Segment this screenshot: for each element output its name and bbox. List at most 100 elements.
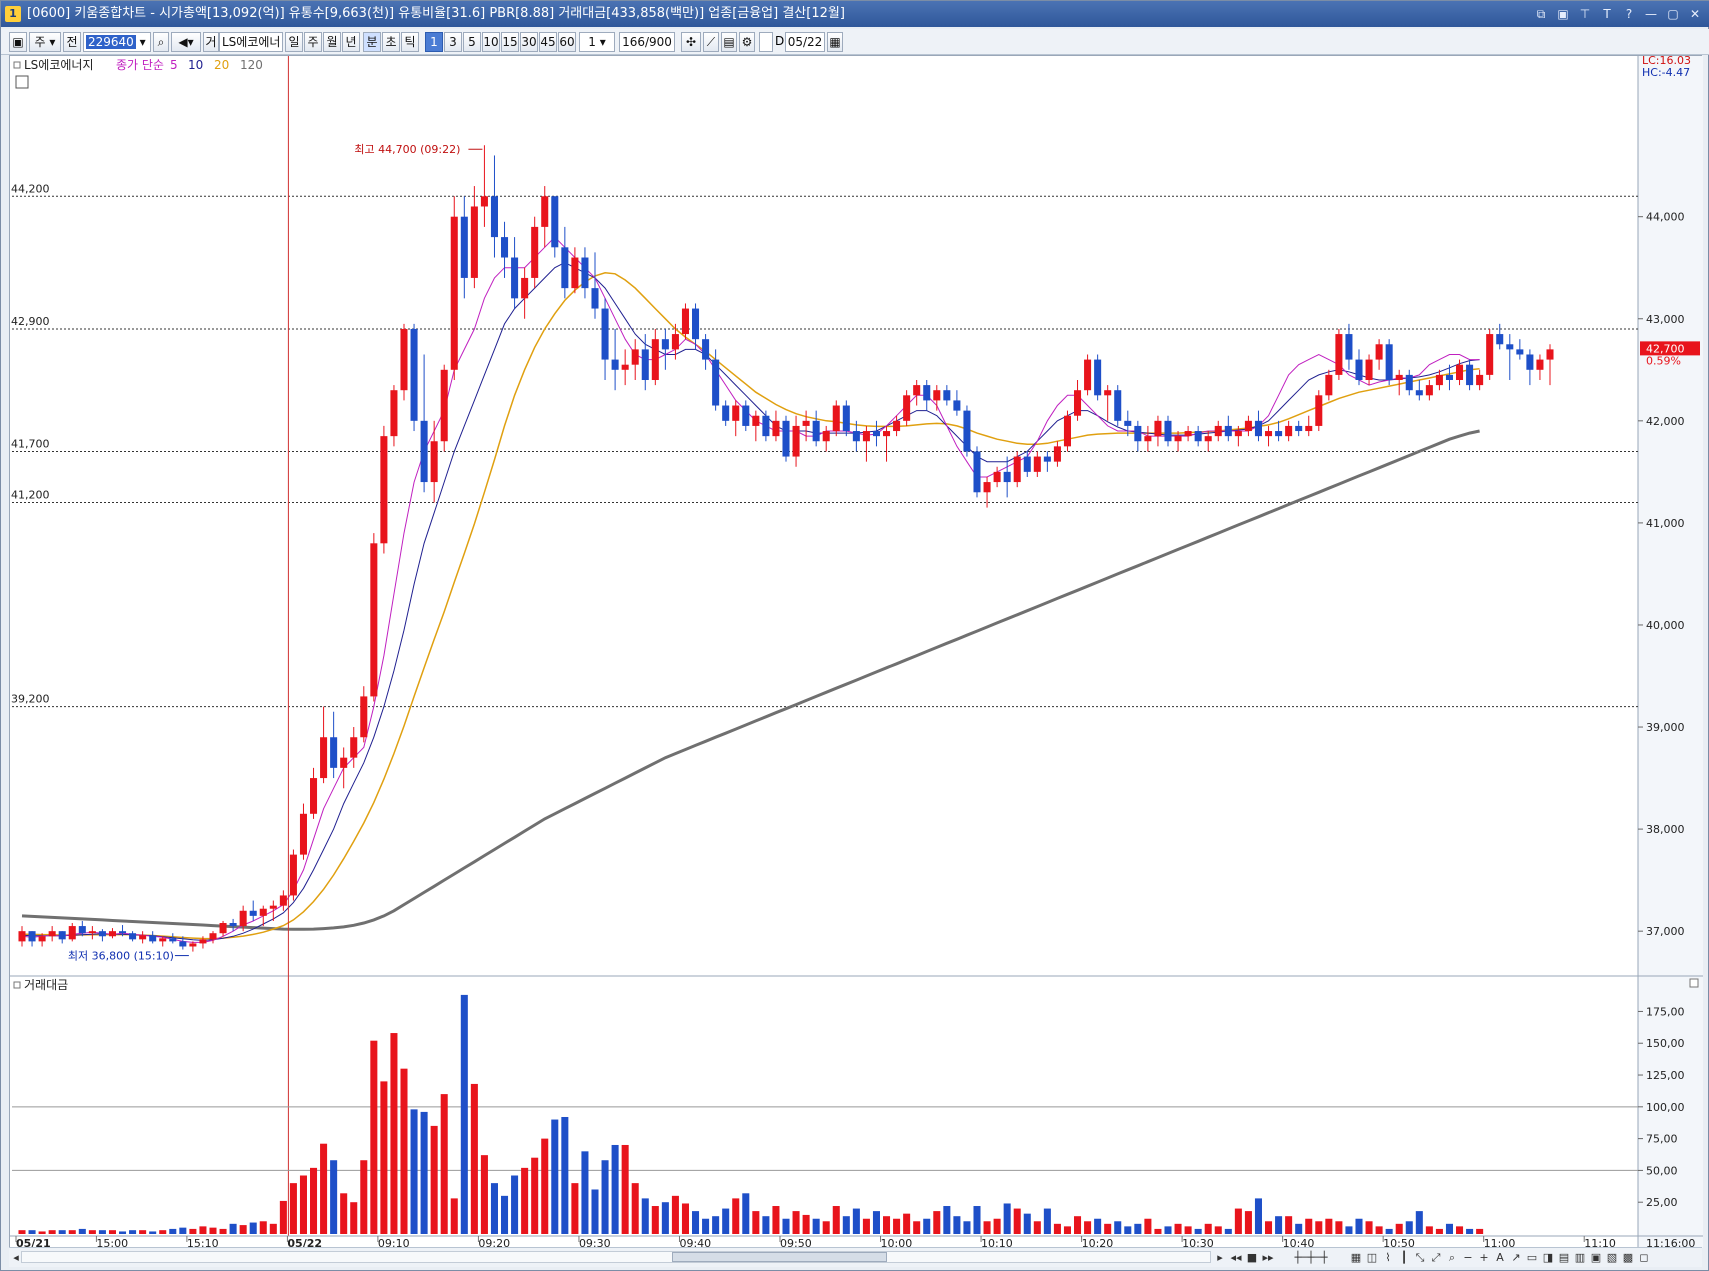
trend-icon[interactable]: ↗: [1509, 1250, 1523, 1265]
date-checkbox[interactable]: [759, 32, 773, 52]
interval-input[interactable]: 1 ▾: [579, 32, 615, 52]
volume-bar: [1476, 1228, 1484, 1234]
chart-svg[interactable]: LS에코에너지 종가 단순 5 10 20 120 LC:16.03HC:-4.4744,0…: [10, 56, 1703, 1248]
help2-icon[interactable]: ◻: [1637, 1250, 1651, 1265]
candle-icon[interactable]: ◫: [1365, 1250, 1379, 1265]
play-icon[interactable]: ▸: [1213, 1250, 1227, 1265]
step-back-icon[interactable]: ◂◂: [1229, 1250, 1243, 1265]
candle-body: [722, 405, 730, 421]
interval-5[interactable]: 5: [463, 32, 481, 52]
print-icon[interactable]: ▧: [1605, 1250, 1619, 1265]
volume-bar: [390, 1033, 398, 1234]
split-icon[interactable]: ◨: [1541, 1250, 1555, 1265]
candle-body: [139, 935, 147, 940]
crosshair-icon[interactable]: ✣: [681, 32, 701, 52]
period-minute[interactable]: 분: [363, 32, 381, 52]
volume-bar: [923, 1218, 931, 1234]
minimize-icon[interactable]: —: [1642, 5, 1660, 23]
zoom-slider-icon[interactable]: ┼─┼─┼: [1281, 1250, 1341, 1265]
interval-10[interactable]: 10: [482, 32, 500, 52]
candle-body: [832, 405, 840, 432]
draw-icon[interactable]: ⟋: [703, 32, 719, 52]
gear-icon[interactable]: ⚙: [739, 32, 755, 52]
maximize-icon[interactable]: ▢: [1664, 5, 1682, 23]
candle-body: [390, 390, 398, 437]
volume-bar: [581, 1151, 589, 1234]
volume-bar: [953, 1216, 961, 1234]
candle-body: [993, 471, 1001, 483]
font-icon[interactable]: T: [1598, 5, 1616, 23]
period-tick[interactable]: 틱: [401, 32, 419, 52]
all-button[interactable]: 전: [63, 32, 81, 52]
search-icon[interactable]: ⌕: [153, 32, 169, 52]
layout-icon[interactable]: ▣: [9, 32, 27, 52]
chart-area[interactable]: LS에코에너지 종가 단순 5 10 20 120 LC:16.03 HC:-4.47 44,0…: [9, 55, 1703, 1255]
shrink-icon[interactable]: ⤡: [1413, 1250, 1427, 1265]
restore-icon[interactable]: ⧉: [1532, 5, 1550, 23]
zoom-search-icon[interactable]: ⌕: [1445, 1250, 1459, 1265]
volume-bar: [38, 1231, 46, 1234]
candle-body: [772, 420, 780, 437]
pin-icon[interactable]: ⊤: [1576, 5, 1594, 23]
layout2-icon[interactable]: ▤: [1557, 1250, 1571, 1265]
stock-code-input[interactable]: 229640 ▾: [83, 32, 151, 52]
close-icon[interactable]: ✕: [1686, 5, 1704, 23]
zoom-out-icon[interactable]: −: [1461, 1250, 1475, 1265]
period-year[interactable]: 년: [342, 32, 360, 52]
period-month[interactable]: 월: [323, 32, 341, 52]
view-icon[interactable]: ▭: [1525, 1250, 1539, 1265]
zoom-in-icon[interactable]: +: [1477, 1250, 1491, 1265]
candle-body: [702, 339, 710, 360]
volume-bar: [1275, 1216, 1283, 1234]
interval-60[interactable]: 60: [558, 32, 576, 52]
interval-1[interactable]: 1: [425, 32, 443, 52]
interval-30[interactable]: 30: [520, 32, 538, 52]
candle-body: [1254, 420, 1262, 437]
interval-15[interactable]: 15: [501, 32, 519, 52]
market-select[interactable]: 주 ▾: [29, 32, 61, 52]
expand-icon[interactable]: ⤢: [1429, 1250, 1443, 1265]
volume-bar: [310, 1167, 318, 1234]
high-annotation: 최고 44,700 (09:22): [354, 143, 460, 156]
price-tick-label-44000: 44,000: [1646, 211, 1685, 224]
export-icon[interactable]: ▣: [1589, 1250, 1603, 1265]
volume-bar: [299, 1175, 307, 1234]
bar-icon[interactable]: ┃: [1397, 1250, 1411, 1265]
window-icon[interactable]: ▣: [1554, 5, 1572, 23]
horizontal-scrollbar[interactable]: [21, 1251, 1211, 1263]
font-size-icon[interactable]: A: [1493, 1250, 1507, 1265]
calendar-icon[interactable]: ▦: [827, 32, 843, 52]
scrollbar-thumb[interactable]: [672, 1252, 887, 1262]
volume-bar: [440, 1094, 448, 1234]
line-icon[interactable]: ⌇: [1381, 1250, 1395, 1265]
step-forward-icon[interactable]: ▸▸: [1261, 1250, 1275, 1265]
grid-icon[interactable]: ▦: [1349, 1250, 1363, 1265]
title-bar[interactable]: 1 [0600] 키움종합차트 - 시가총액[13,092(억)] 유통수[9,…: [1, 1, 1709, 27]
config-icon[interactable]: ▩: [1621, 1250, 1635, 1265]
candle-body: [98, 931, 106, 937]
volume-bar: [289, 1183, 297, 1234]
compare-icon[interactable]: ▥: [1573, 1250, 1587, 1265]
interval-3[interactable]: 3: [444, 32, 462, 52]
period-day[interactable]: 일: [285, 32, 303, 52]
candle-body: [169, 938, 177, 942]
candle-body: [541, 196, 549, 227]
price-tick-label-43000: 43,000: [1646, 313, 1685, 326]
period-second[interactable]: 초: [382, 32, 400, 52]
period-week[interactable]: 주: [304, 32, 322, 52]
interval-45[interactable]: 45: [539, 32, 557, 52]
save-icon[interactable]: ▤: [721, 32, 737, 52]
candle-body: [581, 257, 589, 289]
volume-bar: [832, 1206, 840, 1234]
count-input[interactable]: 166/900: [619, 32, 675, 52]
sound-icon[interactable]: ◀▾: [171, 32, 201, 52]
candle-body: [179, 941, 187, 947]
candle-body: [149, 935, 157, 942]
stop-icon[interactable]: ■: [1245, 1250, 1259, 1265]
stock-name-field[interactable]: LS에코에너: [219, 32, 283, 52]
volume-bar: [933, 1211, 941, 1234]
date-input[interactable]: 05/22: [785, 32, 825, 52]
help-icon[interactable]: ?: [1620, 5, 1638, 23]
name-button[interactable]: 거: [203, 32, 219, 52]
volume-bar: [561, 1116, 569, 1234]
